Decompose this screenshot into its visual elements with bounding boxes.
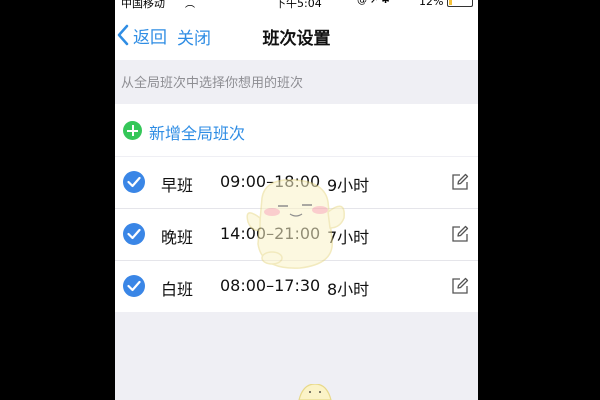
status-icons: @➚✱	[357, 0, 393, 6]
shift-row[interactable]: 白班 08:00–17:30 8小时	[115, 261, 478, 312]
nav-bar: 返回 关闭 班次设置	[115, 10, 478, 60]
check-circle-icon[interactable]	[123, 275, 145, 297]
shift-list: 早班 09:00–18:00 9小时 晚班 14:00–21:00 7小时 白班…	[115, 157, 478, 312]
add-global-shift-button[interactable]: 新增全局班次	[115, 104, 478, 156]
edit-icon[interactable]	[451, 225, 469, 243]
check-circle-icon[interactable]	[123, 223, 145, 245]
shift-time: 08:00–17:30	[220, 276, 321, 295]
plus-circle-icon	[123, 121, 142, 140]
shift-row[interactable]: 晚班 14:00–21:00 7小时	[115, 209, 478, 261]
hint-text: 从全局班次中选择你想用的班次	[121, 76, 304, 91]
edit-icon[interactable]	[451, 173, 469, 191]
shift-time: 14:00–21:00	[220, 224, 321, 243]
check-circle-icon[interactable]	[123, 171, 145, 193]
mascot-sticker-bottom	[298, 384, 332, 400]
wifi-icon: ︵	[185, 0, 195, 10]
shift-name: 晚班	[161, 228, 194, 247]
shift-hours: 9小时	[327, 176, 370, 195]
shift-name: 白班	[161, 280, 194, 299]
shift-hours: 8小时	[327, 280, 370, 299]
edit-icon[interactable]	[451, 277, 469, 295]
shift-time: 09:00–18:00	[220, 172, 321, 191]
page-title: 班次设置	[262, 29, 331, 49]
shift-name: 早班	[161, 176, 194, 195]
battery-icon	[447, 0, 473, 7]
shift-hours: 7小时	[327, 228, 370, 247]
status-bar: 中国移动 ︵ 下午5:04 @➚✱ 12%	[115, 0, 478, 10]
add-global-shift-label: 新增全局班次	[149, 124, 246, 143]
battery-percent: 12%	[419, 0, 444, 8]
shift-row[interactable]: 早班 09:00–18:00 9小时	[115, 157, 478, 209]
phone-screen: 中国移动 ︵ 下午5:04 @➚✱ 12% 返回 关闭 班次设置 从全局班次中选…	[115, 0, 478, 400]
